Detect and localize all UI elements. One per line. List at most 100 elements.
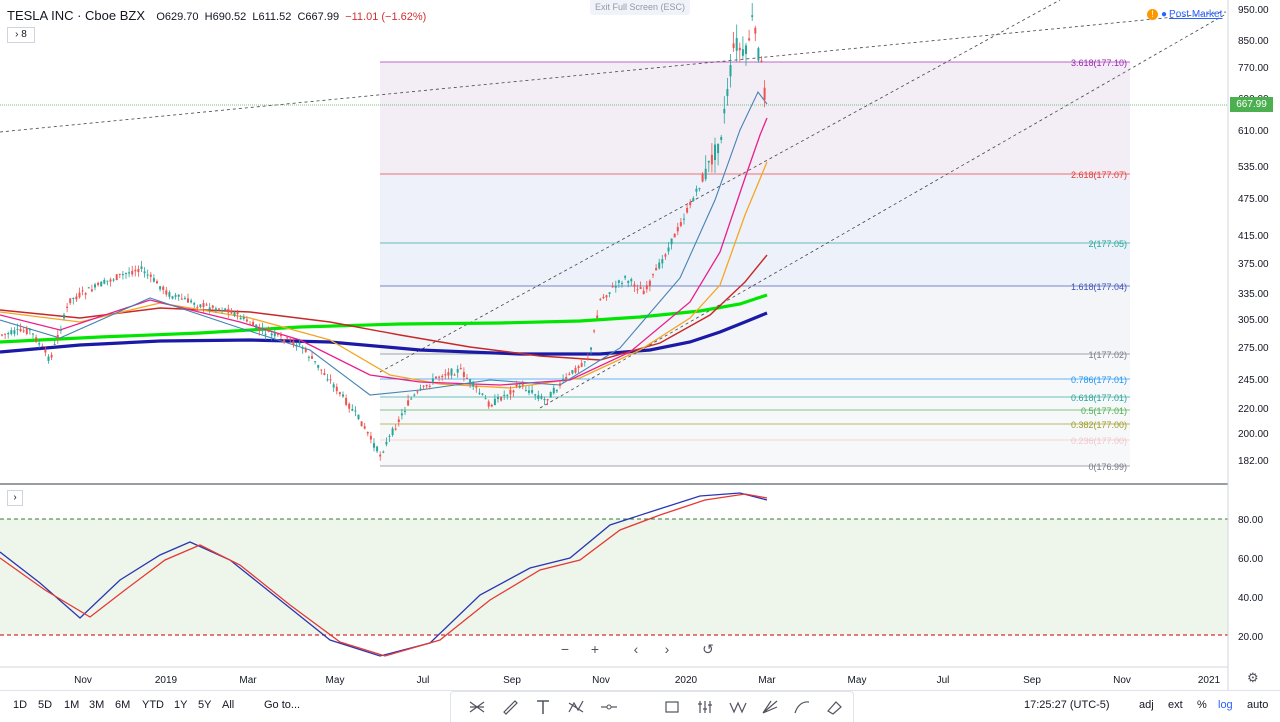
candle-body	[177, 294, 180, 297]
candle-body	[617, 280, 620, 283]
candle-body	[276, 333, 279, 335]
exit-fullscreen-button[interactable]: Exit Full Screen (ESC)	[590, 0, 690, 15]
time-tick-label: Sep	[503, 675, 521, 686]
candle-body	[53, 344, 56, 346]
clock-display[interactable]: 17:25:27 (UTC-5)	[1024, 699, 1110, 711]
ohlc-values: O629.70 H690.52 L611.52 C667.99 −11.01 (…	[156, 11, 426, 23]
eraser-icon[interactable]	[825, 699, 843, 715]
pitchfork-icon[interactable]	[761, 699, 779, 715]
oscillator-axis[interactable]: 80.00 60.00 40.00 20.00	[1238, 515, 1263, 643]
candle-body	[394, 428, 397, 430]
candle-body	[611, 286, 614, 288]
candle-body	[441, 375, 444, 378]
candle-body	[627, 280, 630, 283]
fib-level-label: 2(177.05)	[1088, 239, 1127, 249]
zoom-out-button[interactable]: −	[554, 638, 576, 660]
candle-body	[416, 391, 419, 393]
candle-body	[307, 356, 310, 358]
symbol-name[interactable]: TESLA INC · Cboe BZX	[7, 8, 145, 23]
candle-body	[1, 334, 3, 336]
candle-body	[66, 306, 69, 308]
scroll-back-button[interactable]: ‹	[625, 638, 647, 660]
price-tick-label: 850.00	[1238, 36, 1269, 47]
pane-expand-button[interactable]: ›	[7, 490, 23, 506]
candle-body	[162, 286, 165, 290]
candle-body	[187, 298, 189, 303]
candle-body	[7, 333, 10, 335]
candle-body	[41, 345, 44, 347]
candle-body	[568, 373, 571, 375]
percent-scale-toggle[interactable]: %	[1197, 699, 1207, 711]
bars-pattern-icon[interactable]	[696, 699, 714, 715]
candle-body	[345, 397, 348, 405]
candle-body	[639, 287, 642, 289]
settings-gear-icon[interactable]: ⚙	[1247, 670, 1259, 686]
candle-body	[267, 329, 270, 332]
adjust-dividends-toggle[interactable]: adj	[1139, 699, 1154, 711]
auto-scale-toggle[interactable]: auto	[1247, 699, 1268, 711]
timeframe-1d[interactable]: 1D	[13, 699, 27, 711]
candle-body	[707, 160, 710, 163]
post-market-label: Post Market	[1169, 9, 1223, 20]
studies-toggle-button[interactable]: › 8	[7, 27, 35, 43]
candle-body	[710, 154, 713, 165]
candle-body	[701, 173, 704, 182]
candle-body	[695, 188, 698, 192]
log-scale-toggle[interactable]: log	[1218, 699, 1233, 711]
price-tick-label: 950.00	[1238, 5, 1269, 16]
candle-body	[559, 383, 561, 386]
candle-body	[438, 376, 441, 378]
candle-body	[614, 286, 617, 288]
price-chart[interactable]: 3.618(177.10) 2.618(177.07) 2(177.05) 1.618…	[0, 0, 1280, 720]
candle-body	[4, 333, 7, 335]
brush-icon[interactable]	[501, 699, 519, 715]
time-axis[interactable]: Nov 2019 Mar May Jul Sep Nov 2020 Mar May Jul Sep No…	[74, 675, 1220, 686]
price-axis[interactable]: 950.00850.00770.00690.00610.00535.00475.…	[1238, 5, 1269, 467]
curve-icon[interactable]	[793, 699, 811, 715]
timeframe-3m[interactable]: 3M	[89, 699, 104, 711]
candle-body	[633, 284, 636, 287]
timeframe-5y[interactable]: 5Y	[198, 699, 211, 711]
candle-body	[304, 349, 307, 352]
text-icon[interactable]	[534, 699, 552, 715]
candle-body	[382, 451, 385, 453]
trend-line-icon[interactable]	[468, 699, 486, 715]
candle-body	[580, 363, 583, 367]
candle-body	[683, 218, 685, 220]
candle-body	[741, 49, 744, 56]
oscillator-tick-label: 20.00	[1238, 632, 1263, 643]
reset-chart-button[interactable]: ↺	[697, 638, 719, 660]
fib-level-label: 3.618(177.10)	[1071, 58, 1127, 68]
horizontal-line-icon[interactable]	[600, 699, 618, 715]
post-market-indicator[interactable]: ! ● Post Market	[1147, 9, 1222, 20]
timeframe-6m[interactable]: 6M	[115, 699, 130, 711]
candle-body	[94, 284, 96, 288]
time-tick-label: 2021	[1198, 675, 1221, 686]
wave-icon[interactable]	[729, 699, 747, 715]
candle-body	[283, 339, 286, 343]
extended-hours-toggle[interactable]: ext	[1168, 699, 1183, 711]
candle-body	[140, 266, 143, 269]
candle-body	[118, 273, 121, 275]
time-tick-label: Jul	[417, 675, 430, 686]
fib-level-label: 1(177.02)	[1088, 350, 1127, 360]
rectangle-icon[interactable]	[663, 699, 681, 715]
pattern-icon[interactable]	[567, 699, 585, 715]
timeframe-1m[interactable]: 1M	[64, 699, 79, 711]
candle-body	[565, 376, 568, 380]
timeframe-ytd[interactable]: YTD	[142, 699, 164, 711]
candle-body	[376, 446, 379, 452]
timeframe-all[interactable]: All	[222, 699, 234, 711]
zoom-in-button[interactable]: +	[584, 638, 606, 660]
candle-body	[509, 389, 512, 395]
price-tick-label: 220.00	[1238, 404, 1269, 415]
candle-body	[698, 188, 701, 190]
candle-body	[81, 290, 84, 292]
scroll-forward-button[interactable]: ›	[656, 638, 678, 660]
timeframe-5d[interactable]: 5D	[38, 699, 52, 711]
candle-body	[239, 317, 242, 320]
candle-body	[661, 259, 664, 264]
timeframe-1y[interactable]: 1Y	[174, 699, 187, 711]
go-to-date-button[interactable]: Go to...	[264, 699, 300, 711]
candle-body	[47, 356, 50, 361]
